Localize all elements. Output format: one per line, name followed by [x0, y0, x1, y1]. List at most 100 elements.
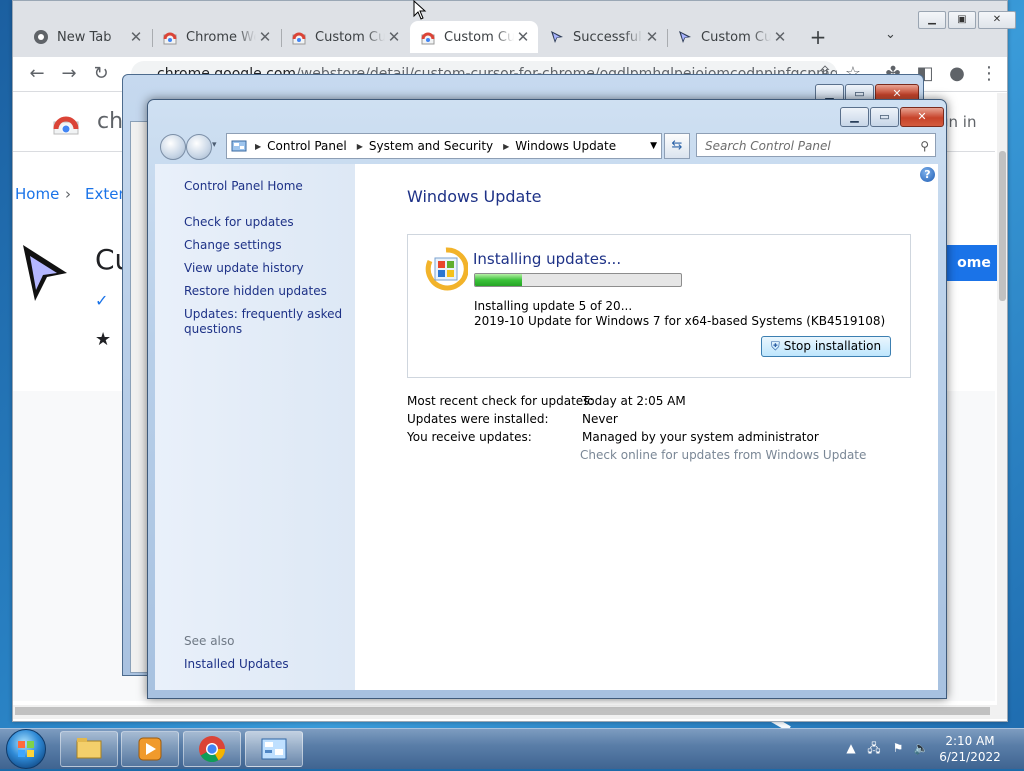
minimize-icon[interactable]: ▁: [840, 107, 869, 127]
back-icon[interactable]: ←: [25, 63, 49, 85]
cursor-icon: [551, 31, 563, 43]
minimize-icon[interactable]: ▁: [918, 11, 946, 29]
profile-icon[interactable]: ●: [945, 63, 969, 85]
clock-date: 6/21/2022: [939, 750, 1001, 764]
close-icon[interactable]: ✕: [385, 28, 403, 46]
view-update-history-link[interactable]: View update history: [184, 261, 304, 275]
control-panel-icon: [231, 140, 247, 152]
tab-custom-cursor-1[interactable]: Custom Cursor for Chrome ✕: [281, 21, 409, 53]
breadcrumb-chevron-icon: ›: [65, 185, 71, 203]
tab-title: Custom Cursor for Chrome: [444, 29, 514, 45]
mouse-pointer-icon: [413, 0, 427, 20]
info-label: You receive updates:: [407, 430, 532, 444]
chrome-icon: [199, 736, 226, 763]
close-icon[interactable]: ✕: [978, 11, 1016, 29]
installed-updates-link[interactable]: Installed Updates: [184, 657, 289, 671]
see-also-heading: See also: [184, 634, 235, 648]
tab-title: Custom Cursor: [701, 29, 771, 45]
restore-icon[interactable]: ▣: [948, 11, 976, 29]
close-icon[interactable]: ✕: [900, 107, 944, 127]
window-content: Control Panel Home Check for updates Cha…: [155, 164, 938, 690]
updates-faq-link[interactable]: Updates: frequently asked: [184, 307, 342, 321]
verified-badge-icon: ✓: [95, 291, 109, 310]
change-settings-link[interactable]: Change settings: [184, 238, 282, 252]
info-value: Managed by your system administrator: [582, 430, 819, 444]
stop-installation-button[interactable]: ⛨ Stop installation: [761, 336, 891, 357]
address-bar[interactable]: ▶ Control Panel ▶ System and Security ▶ …: [226, 133, 662, 159]
tab-new-tab[interactable]: New Tab ✕: [23, 21, 151, 53]
taskbar-control-panel-button[interactable]: [245, 731, 303, 767]
new-tab-button[interactable]: +: [807, 25, 829, 49]
webstore-logo-icon: [53, 116, 79, 135]
chrome-webstore-icon: [292, 32, 306, 45]
breadcrumb-arrow-icon: ▶: [503, 141, 510, 151]
horizontal-scroll-thumb[interactable]: [15, 707, 990, 715]
refresh-icon[interactable]: ⇆: [664, 133, 690, 159]
close-icon[interactable]: ✕: [256, 28, 274, 46]
tab-search-icon[interactable]: ⌄: [885, 27, 896, 42]
forward-icon[interactable]: →: [57, 63, 81, 85]
updates-faq-link-line2[interactable]: questions: [184, 322, 242, 336]
update-progress-bar: [474, 273, 682, 287]
tab-title: New Tab: [57, 29, 112, 45]
search-icon[interactable]: ⚲: [920, 134, 929, 158]
close-icon[interactable]: ✕: [127, 28, 145, 46]
progress-fill: [475, 274, 523, 286]
maximize-icon[interactable]: ▭: [870, 107, 899, 127]
breadcrumb-arrow-icon: ▶: [356, 141, 363, 151]
info-label: Updates were installed:: [407, 412, 549, 426]
tab-title: Custom Cursor for Chrome: [315, 29, 385, 45]
close-icon[interactable]: ✕: [771, 28, 789, 46]
tab-chrome-web-store[interactable]: Chrome Web Store ✕: [152, 21, 280, 53]
search-input[interactable]: Search Control Panel ⚲: [696, 133, 936, 157]
volume-icon[interactable]: 🔈: [913, 740, 929, 756]
back-button[interactable]: [160, 134, 186, 160]
breadcrumb-system-security[interactable]: System and Security: [369, 139, 499, 153]
restore-hidden-updates-link[interactable]: Restore hidden updates: [184, 284, 327, 298]
update-status-heading: Installing updates...: [473, 250, 622, 268]
reload-icon[interactable]: ↻: [89, 63, 113, 85]
tab-successful-installation[interactable]: Successful installation ✕: [539, 21, 667, 53]
media-player-icon: [138, 737, 162, 761]
help-icon[interactable]: ?: [920, 167, 935, 182]
network-icon[interactable]: 🖧: [866, 740, 882, 756]
clock[interactable]: 2:10 AM 6/21/2022: [935, 733, 1005, 765]
control-panel-home-link[interactable]: Control Panel Home: [184, 179, 303, 193]
window-controls: ▁ ▭ ✕: [840, 107, 944, 127]
page-scroll-thumb[interactable]: [999, 151, 1006, 301]
breadcrumb-windows-update[interactable]: Windows Update: [515, 139, 622, 153]
close-icon[interactable]: ✕: [643, 28, 661, 46]
chrome-webstore-icon: [421, 32, 435, 45]
breadcrumb-control-panel[interactable]: Control Panel: [267, 139, 353, 153]
stop-installation-label: Stop installation: [783, 339, 882, 353]
clock-time: 2:10 AM: [945, 734, 995, 748]
search-placeholder: Search Control Panel: [705, 139, 831, 153]
breadcrumb-arrow-icon: ▶: [255, 141, 262, 151]
tab-title: Chrome Web Store: [186, 29, 256, 45]
recent-pages-chevron-icon[interactable]: ▾: [212, 140, 217, 150]
action-center-icon[interactable]: ⚑: [890, 740, 906, 756]
control-panel-icon: [261, 738, 287, 760]
check-online-link[interactable]: Check online for updates from Windows Up…: [580, 448, 866, 462]
forward-button[interactable]: [186, 134, 212, 160]
update-count-text: Installing update 5 of 20...: [474, 299, 633, 313]
show-hidden-icons[interactable]: ▲: [843, 740, 859, 756]
breadcrumb-home[interactable]: Home: [15, 185, 59, 203]
check-for-updates-link[interactable]: Check for updates: [184, 215, 294, 229]
tab-custom-cursor-active[interactable]: Custom Cursor for Chrome ✕: [410, 21, 538, 53]
menu-icon[interactable]: ⋮: [977, 63, 1001, 85]
info-value: Never: [582, 412, 618, 426]
address-dropdown-icon[interactable]: ▼: [650, 141, 657, 151]
cursor-icon: [679, 31, 691, 43]
info-value: Today at 2:05 AM: [582, 394, 686, 408]
taskbar-chrome-button[interactable]: [183, 731, 241, 767]
task-pane: Control Panel Home Check for updates Cha…: [155, 164, 355, 690]
page-title: Windows Update: [407, 187, 542, 206]
webstore-brand: ch: [97, 109, 124, 134]
tab-custom-cursor-2[interactable]: Custom Cursor ✕: [667, 21, 795, 53]
start-button[interactable]: [6, 729, 46, 769]
taskbar-media-player-button[interactable]: [121, 731, 179, 767]
taskbar-explorer-button[interactable]: [60, 731, 118, 767]
close-icon[interactable]: ✕: [514, 28, 532, 46]
windows-update-icon: [425, 247, 468, 291]
